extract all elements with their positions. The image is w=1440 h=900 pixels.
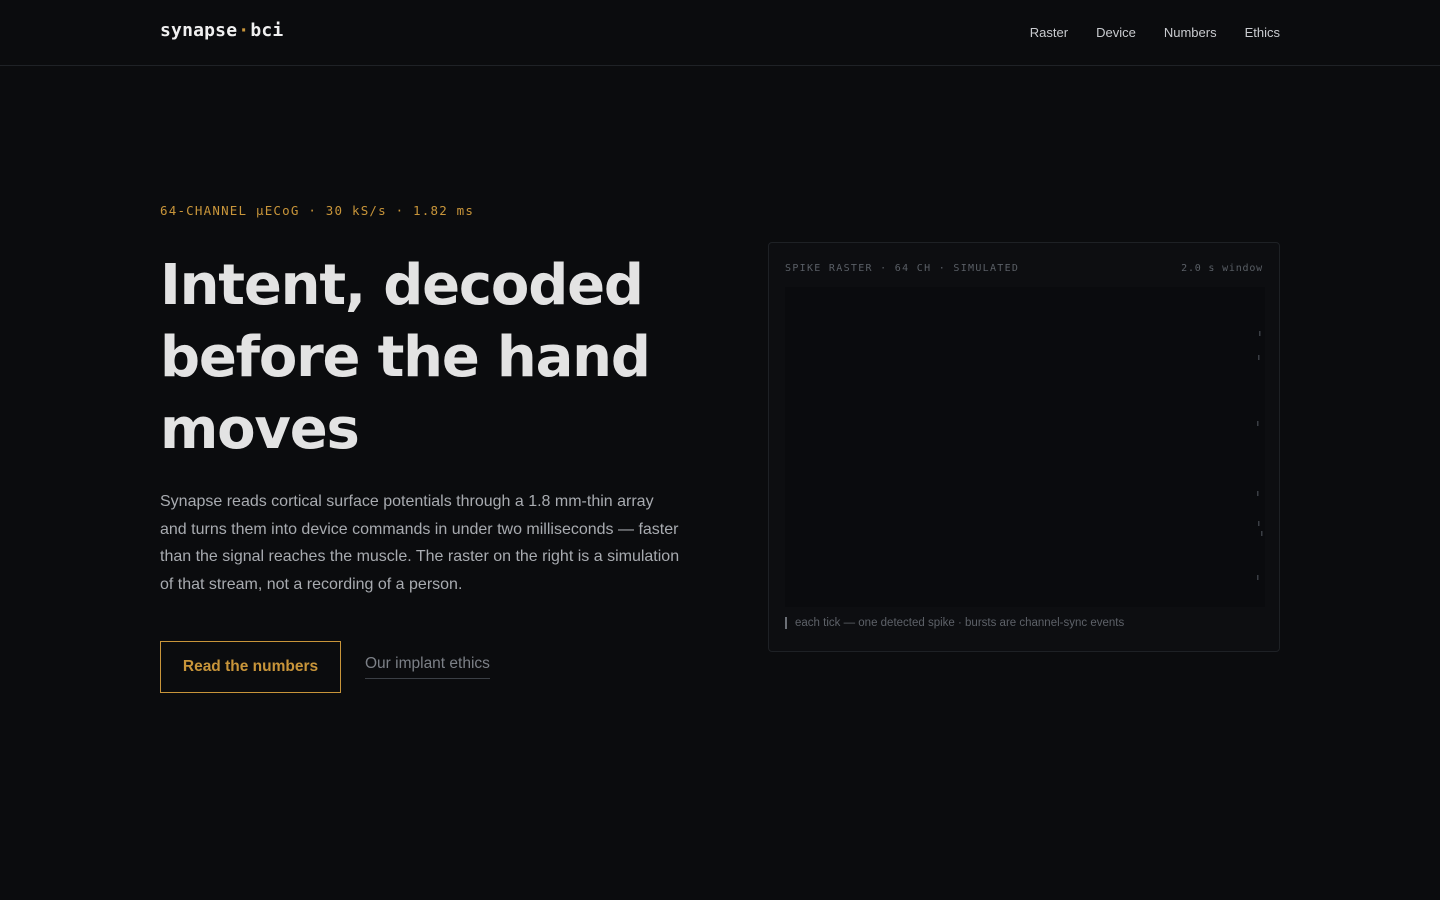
- hero-headline: Intent, decoded before the hand moves: [160, 253, 651, 462]
- logo-dot: ·: [238, 20, 250, 41]
- logo[interactable]: synapse·bci: [160, 20, 283, 41]
- raster-panel-label: SPIKE RASTER · 64 CH · SIMULATED: [785, 263, 1020, 274]
- main-nav: Raster Device Numbers Ethics: [1030, 25, 1280, 40]
- top-bar: synapse·bci Raster Device Numbers Ethics: [0, 0, 1440, 66]
- nav-link-raster[interactable]: Raster: [1030, 25, 1068, 40]
- spike-tick: [1258, 355, 1260, 360]
- raster-legend-text: each tick — one detected spike · bursts …: [795, 617, 1125, 629]
- logo-word-synapse: synapse: [160, 20, 238, 41]
- spike-tick: [1258, 521, 1260, 526]
- hero-description: Synapse reads cortical surface potential…: [160, 493, 680, 594]
- spike-tick: [1257, 491, 1259, 496]
- spike-tick: [1259, 331, 1261, 336]
- spike-tick: [1257, 421, 1259, 426]
- logo-word-bci: bci: [250, 20, 284, 41]
- hero-eyebrow: 64-CHANNEL µECoG · 30 kS/s · 1.82 ms: [160, 203, 475, 218]
- spike-tick: [1257, 575, 1259, 580]
- implant-ethics-link[interactable]: Our implant ethics: [365, 655, 490, 679]
- raster-window-label: 2.0 s window: [1181, 263, 1263, 274]
- legend-tick-icon: [785, 617, 787, 629]
- spike-raster-canvas: [785, 287, 1265, 607]
- spike-tick: [1261, 531, 1263, 536]
- nav-link-device[interactable]: Device: [1096, 25, 1136, 40]
- nav-link-numbers[interactable]: Numbers: [1164, 25, 1217, 40]
- raster-background: [785, 287, 1265, 607]
- nav-link-ethics[interactable]: Ethics: [1245, 25, 1280, 40]
- raster-legend: each tick — one detected spike · bursts …: [785, 617, 1124, 629]
- read-numbers-button[interactable]: Read the numbers: [160, 641, 341, 693]
- spike-raster-panel: SPIKE RASTER · 64 CH · SIMULATED 2.0 s w…: [768, 242, 1280, 652]
